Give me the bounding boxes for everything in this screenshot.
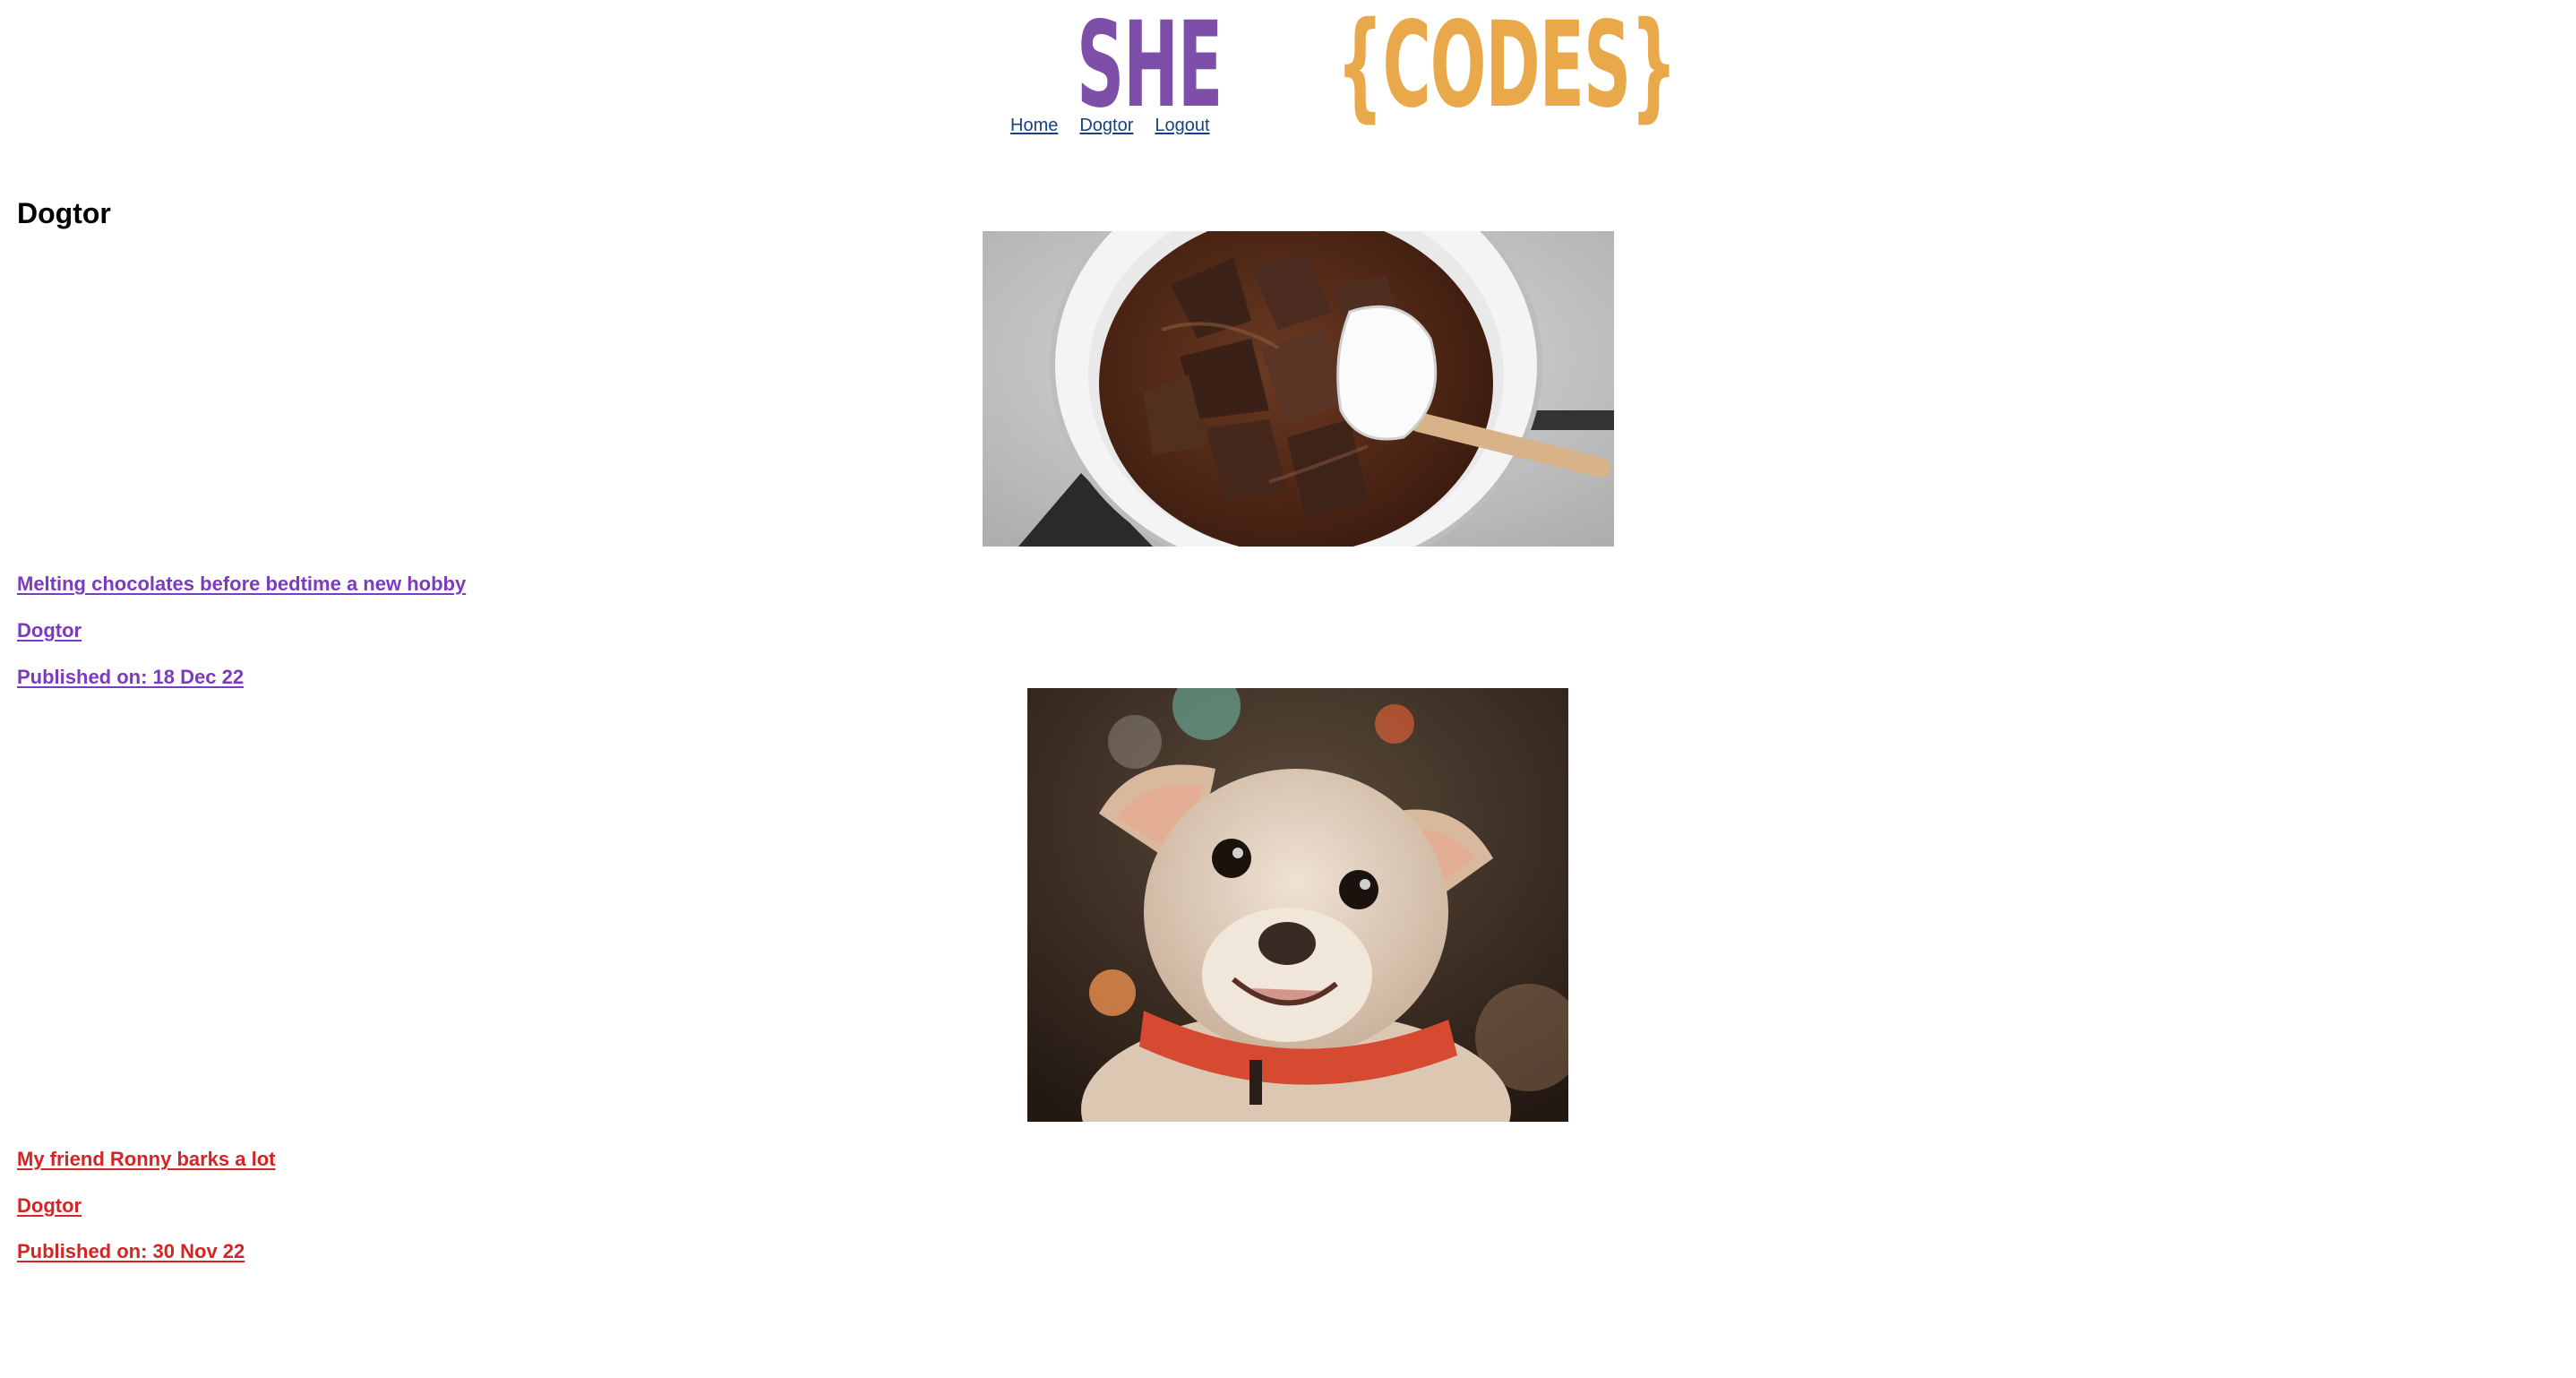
post-title-link[interactable]: My friend Ronny barks a lot [17, 1147, 276, 1172]
melting-chocolate-photo [983, 231, 1614, 547]
nav-dogtor-link[interactable]: Dogtor [1079, 115, 1133, 136]
post-date-link[interactable]: Published on: 18 Dec 22 [17, 665, 244, 690]
main-nav: Home Dogtor Logout [1010, 115, 1210, 136]
nav-home-link[interactable]: Home [1010, 115, 1058, 136]
post-author-link[interactable]: Dogtor [17, 618, 82, 643]
smiling-dog-photo [1027, 688, 1568, 1122]
post-title-link[interactable]: Melting chocolates before bedtime a new … [17, 572, 466, 597]
post-date-link[interactable]: Published on: 30 Nov 22 [17, 1239, 245, 1264]
logo-codes-text: {CODES} [1335, 0, 1678, 134]
logo-she-text: SHE [1077, 0, 1223, 134]
page-title: Dogtor [17, 197, 111, 229]
nav-logout-link[interactable]: Logout [1155, 115, 1209, 136]
post-image-smiling-dog[interactable] [1027, 688, 1568, 1122]
post-author-link[interactable]: Dogtor [17, 1193, 82, 1219]
post-image-melting-chocolate[interactable] [983, 231, 1614, 547]
shecodes-logo: SHE {CODES} [1077, 0, 1944, 134]
